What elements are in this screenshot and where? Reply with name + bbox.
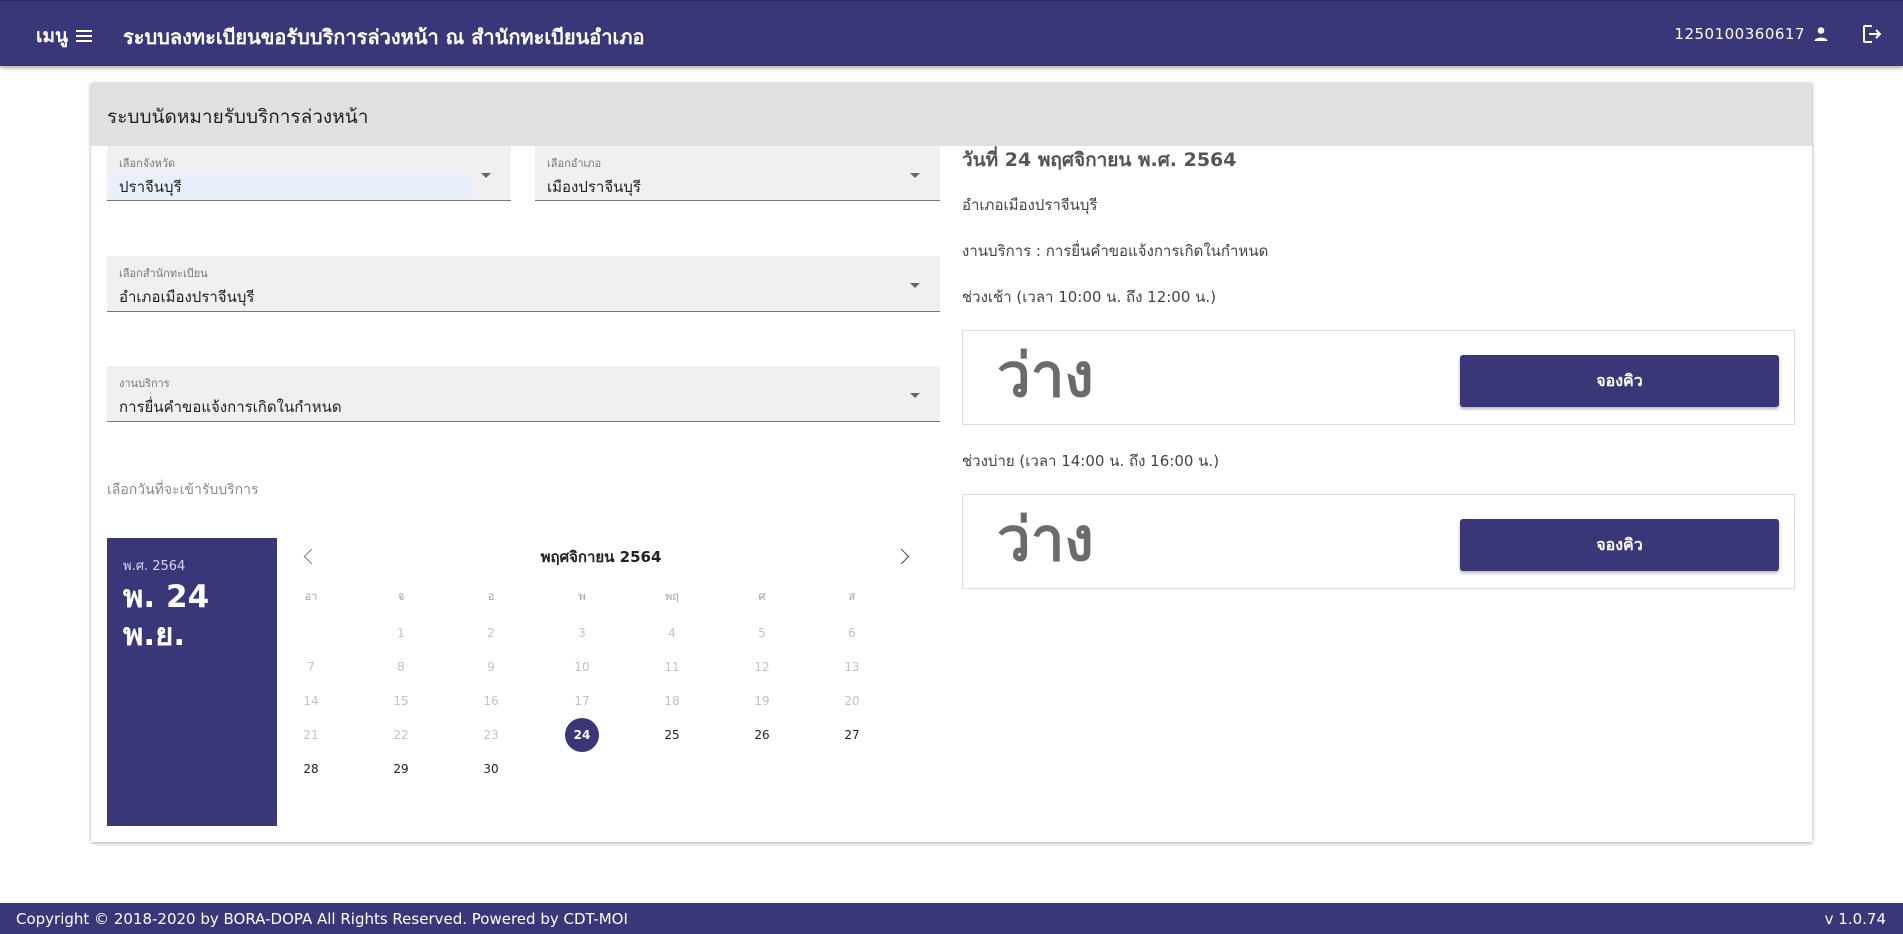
calendar-day: 17 [574, 694, 590, 708]
user-id: 1250100360617 [1674, 25, 1805, 43]
card-header: ระบบนัดหมายรับบริการล่วงหน้า [91, 83, 1812, 146]
afternoon-slot-status: ว่าง [997, 505, 1094, 575]
calendar-day: 19 [754, 694, 770, 708]
dropdown-arrow-icon [910, 173, 920, 178]
calendar-day[interactable]: 30 [474, 752, 508, 786]
calendar-day: 1 [397, 626, 405, 640]
office-label: เลือกสำนักทะเบียน [119, 267, 208, 280]
calendar-day: 8 [397, 660, 405, 674]
province-value: ปราจีนบุรี [119, 178, 182, 196]
selected-date-line2: พ.ย. [123, 617, 186, 653]
calendar-day: 11 [664, 660, 680, 674]
calendar-day[interactable]: 28 [294, 752, 328, 786]
book-afternoon-button[interactable]: จองคิว [1460, 519, 1779, 571]
calendar-weekday: อา [304, 590, 318, 603]
calendar-day[interactable]: 27 [835, 718, 869, 752]
dropdown-arrow-icon [481, 173, 491, 178]
app-header: เมนู ระบบลงทะเบียนขอรับบริการล่วงหน้า ณ … [0, 0, 1903, 66]
calendar-day: 10 [574, 660, 590, 674]
morning-slot-status: ว่าง [997, 341, 1094, 411]
service-select[interactable]: งานบริการ การยื่นคำขอแจ้งการเกิดในกำหนด [107, 366, 940, 422]
calendar-day: 9 [487, 660, 495, 674]
calendar-weekday: ศ [758, 590, 766, 603]
office-name: อำเภอเมืองปราจีนบุรี [962, 196, 1098, 214]
calendar-day: 5 [758, 626, 766, 640]
copyright-text: Copyright © 2018-2020 by BORA-DOPA All R… [16, 910, 628, 928]
morning-slot: ว่าง จองคิว [962, 330, 1795, 425]
calendar-day: 23 [483, 728, 499, 742]
menu-label: เมนู [36, 25, 69, 47]
province-label: เลือกจังหวัด [119, 157, 176, 170]
calendar-day: 14 [303, 694, 319, 708]
service-value: การยื่นคำขอแจ้งการเกิดในกำหนด [119, 398, 342, 416]
district-select[interactable]: เลือกอำเภอ เมืองปราจีนบุรี [535, 146, 940, 201]
service-line: งานบริการ : การยื่นคำขอแจ้งการเกิดในกำหน… [962, 242, 1269, 260]
calendar-weekday: จ [397, 590, 405, 603]
calendar-day: 21 [303, 728, 319, 742]
selected-date-line1: พ. 24 [123, 579, 210, 615]
afternoon-slot-label: ช่วงบ่าย (เวลา 14:00 น. ถึง 16:00 น.) [962, 452, 1220, 470]
selected-date-heading: วันที่ 24 พฤศจิกายน พ.ศ. 2564 [962, 149, 1237, 171]
person-icon [1814, 27, 1828, 41]
calendar-day: 6 [848, 626, 856, 640]
dropdown-arrow-icon [910, 393, 920, 398]
calendar-day[interactable]: 25 [655, 718, 689, 752]
calendar-weekday: พ [578, 590, 586, 603]
calendar-weekday: อ [487, 590, 495, 603]
calendar-day: 7 [307, 660, 315, 674]
calendar-day-selected[interactable]: 24 [565, 718, 599, 752]
calendar-day: 15 [393, 694, 409, 708]
appointment-card: ระบบนัดหมายรับบริการล่วงหน้า เลือกจังหวั… [91, 83, 1812, 842]
datepicker-title: พ.ศ. 2564 พ. 24 พ.ย. [107, 538, 277, 826]
menu-icon [76, 30, 93, 42]
office-value: อำเภอเมืองปราจีนบุรี [119, 288, 255, 306]
book-morning-button[interactable]: จองคิว [1460, 355, 1779, 407]
app-footer: Copyright © 2018-2020 by BORA-DOPA All R… [0, 903, 1903, 934]
calendar-day: 16 [483, 694, 499, 708]
calendar-day: 12 [754, 660, 770, 674]
calendar-day: 2 [487, 626, 495, 640]
version-text: v 1.0.74 [1824, 910, 1886, 928]
calendar-day: 22 [393, 728, 409, 742]
calendar-day[interactable]: 26 [745, 718, 779, 752]
menu-button[interactable]: เมนู [36, 21, 93, 51]
datepicker-year[interactable]: พ.ศ. 2564 [123, 555, 185, 576]
calendar-weekday: ส [848, 590, 856, 603]
dropdown-arrow-icon [910, 283, 920, 288]
calendar-day[interactable]: 29 [384, 752, 418, 786]
province-select[interactable]: เลือกจังหวัด ปราจีนบุรี [107, 146, 511, 201]
date-prompt: เลือกวันที่จะเข้ารับบริการ [107, 482, 259, 498]
calendar-header: พฤศจิกายน 2564 [291, 545, 911, 575]
calendar-day: 18 [664, 694, 680, 708]
afternoon-slot: ว่าง จองคิว [962, 494, 1795, 589]
app-title: ระบบลงทะเบียนขอรับบริการล่วงหน้า ณ สำนัก… [123, 25, 645, 49]
calendar-month-title[interactable]: พฤศจิกายน 2564 [291, 545, 911, 569]
card-title: ระบบนัดหมายรับบริการล่วงหน้า [107, 106, 369, 128]
datepicker-selected-date: พ. 24 พ.ย. [123, 578, 273, 654]
logout-icon[interactable] [1861, 23, 1883, 45]
district-label: เลือกอำเภอ [547, 157, 602, 170]
calendar-day: 20 [844, 694, 860, 708]
morning-slot-label: ช่วงเช้า (เวลา 10:00 น. ถึง 12:00 น.) [962, 288, 1217, 306]
calendar-day: 3 [578, 626, 586, 640]
calendar-day: 4 [668, 626, 676, 640]
calendar-day: 13 [844, 660, 860, 674]
calendar-weekday: พฤ [665, 590, 679, 603]
service-label: งานบริการ [119, 377, 170, 390]
office-select[interactable]: เลือกสำนักทะเบียน อำเภอเมืองปราจีนบุรี [107, 256, 940, 312]
district-value: เมืองปราจีนบุรี [547, 178, 641, 196]
